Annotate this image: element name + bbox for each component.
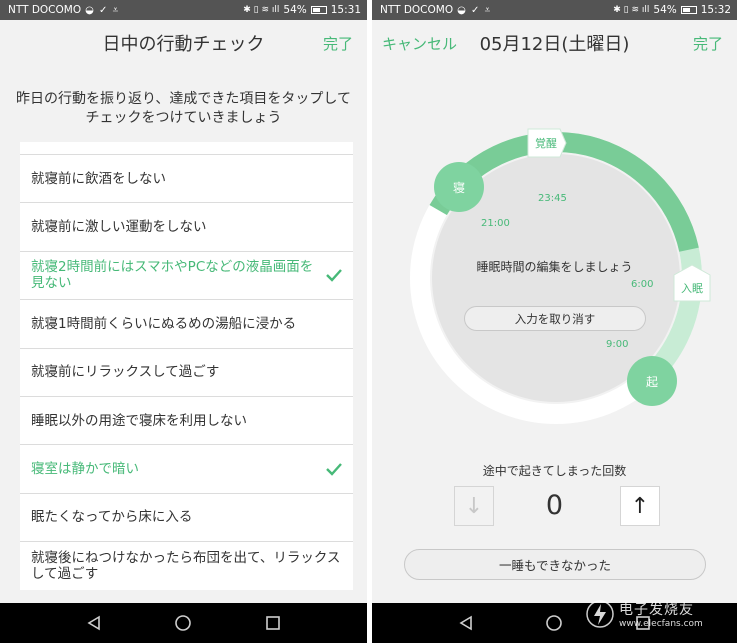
list-top-divider xyxy=(20,142,353,155)
checklist-item[interactable]: 寝室は静かで暗い xyxy=(20,445,353,494)
battery-icon xyxy=(310,6,327,14)
status-right: ✱ ▯ ≋ ıll 54% 15:31 xyxy=(243,4,361,16)
status-bar: NTT DOCOMO ◒ ✓ ⩡ ✱ ▯ ≋ ıll 54% 15:32 xyxy=(372,0,737,20)
no-sleep-button[interactable]: 一睡もできなかった xyxy=(404,549,706,580)
watermark-logo: 电子发烧友 www.elecfans.com xyxy=(585,594,735,634)
back-icon[interactable] xyxy=(458,615,474,631)
recent-apps-icon[interactable] xyxy=(265,615,281,631)
undo-input-button[interactable]: 入力を取り消す xyxy=(464,306,646,331)
battery-percent: 54% xyxy=(283,4,307,16)
checklist-item[interactable]: 就寝1時間前くらいにぬるめの湯船に浸かる xyxy=(20,300,353,349)
arrow-up-icon: ↑ xyxy=(630,493,650,519)
back-icon[interactable] xyxy=(86,615,102,631)
header: 05月12日(土曜日) xyxy=(372,20,737,65)
clock-time: 15:32 xyxy=(700,4,731,16)
clock-time: 15:31 xyxy=(330,4,361,16)
done-button[interactable]: 完了 xyxy=(693,33,723,54)
time-label-2345: 23:45 xyxy=(538,193,567,204)
checklist-item-label: 就寝前に激しい運動をしない xyxy=(31,219,207,236)
checklist-item[interactable]: 就寝前にリラックスして過ごす xyxy=(20,349,353,397)
increment-button[interactable]: ↑ xyxy=(620,486,660,526)
checklist-item-label: 就寝後にねつけなかったら布団を出て、リラックスして過ごす xyxy=(31,549,341,582)
signal-icons: ✱ ▯ ≋ ıll xyxy=(243,5,280,15)
wake-tag-label: 覚醒 xyxy=(535,137,557,150)
date-title: 05月12日(土曜日) xyxy=(479,33,630,55)
battery-percent: 54% xyxy=(653,4,677,16)
checklist-item-label: 寝室は静かで暗い xyxy=(31,461,139,478)
bedtime-handle-label: 寝 xyxy=(452,180,465,195)
instruction-text: 昨日の行動を振り返り、達成できた項目をタップしてチェックをつけていきましょう xyxy=(15,91,352,126)
checklist-item[interactable]: 就寝2時間前にはスマホやPCなどの液晶画面を見ない xyxy=(20,252,353,301)
notification-icons: ◒ ✓ ⩡ xyxy=(85,4,120,16)
checklist-item-label: 就寝2時間前にはスマホやPCなどの液晶画面を見ない xyxy=(31,259,314,292)
signal-icons: ✱ ▯ ≋ ıll xyxy=(613,5,650,15)
checklist-item-label: 睡眠以外の用途で寝床を利用しない xyxy=(31,412,247,429)
sleep-edit-screen: NTT DOCOMO ◒ ✓ ⩡ ✱ ▯ ≋ ıll 54% 15:32 キャン… xyxy=(372,0,737,643)
checklist-item-label: 就寝前にリラックスして過ごす xyxy=(31,364,220,381)
checklist-item-label: 眠たくなってから床に入る xyxy=(31,509,193,526)
android-nav-bar xyxy=(0,603,367,643)
checklist-item[interactable]: 眠たくなってから床に入る xyxy=(20,494,353,543)
watermark-text: 电子发烧友 www.elecfans.com xyxy=(619,599,703,629)
time-label-0600: 6:00 xyxy=(631,279,654,290)
status-right: ✱ ▯ ≋ ıll 54% 15:32 xyxy=(613,4,731,16)
carrier-name: NTT DOCOMO xyxy=(8,4,82,16)
screens: NTT DOCOMO ◒ ✓ ⩡ ✱ ▯ ≋ ıll 54% 15:31 日中の… xyxy=(0,0,737,643)
arrow-down-icon: ↓ xyxy=(464,493,484,519)
checklist-item[interactable]: 就寝前に激しい運動をしない xyxy=(20,203,353,252)
done-button[interactable]: 完了 xyxy=(323,33,353,54)
watermark-url: www.elecfans.com xyxy=(619,619,703,629)
checklist: 就寝前に飲酒をしない就寝前に激しい運動をしない就寝2時間前にはスマホやPCなどの… xyxy=(20,142,353,590)
decrement-button[interactable]: ↓ xyxy=(454,486,494,526)
wakeup-count-label: 途中で起きてしまった回数 xyxy=(482,464,627,478)
watermark-name: 电子发烧友 xyxy=(619,602,694,618)
home-icon[interactable] xyxy=(545,614,563,632)
header: 日中の行動チェック xyxy=(0,20,367,65)
notification-icons: ◒ ✓ ⩡ xyxy=(457,4,492,16)
checklist-item-label: 就寝前に飲酒をしない xyxy=(31,170,166,187)
home-icon[interactable] xyxy=(174,614,192,632)
status-bar: NTT DOCOMO ◒ ✓ ⩡ ✱ ▯ ≋ ıll 54% 15:31 xyxy=(0,0,367,20)
checklist-item[interactable]: 就寝前に飲酒をしない xyxy=(20,155,353,204)
checklist-item[interactable]: 就寝後にねつけなかったら布団を出て、リラックスして過ごす xyxy=(20,542,353,590)
bedtime-handle[interactable]: 寝 xyxy=(434,162,484,212)
checkmark-icon xyxy=(326,269,342,283)
checkmark-icon xyxy=(326,463,342,476)
page-title: 日中の行動チェック xyxy=(102,33,265,55)
time-label-2100: 21:00 xyxy=(481,218,510,229)
checklist-item[interactable]: 睡眠以外の用途で寝床を利用しない xyxy=(20,397,353,446)
rise-time-handle-label: 起 xyxy=(645,374,658,389)
sleep-onset-tag-label: 入眠 xyxy=(681,282,703,295)
edit-sleep-prompt: 睡眠時間の編集をしましょう xyxy=(476,260,633,274)
checklist-screen: NTT DOCOMO ◒ ✓ ⩡ ✱ ▯ ≋ ıll 54% 15:31 日中の… xyxy=(0,0,367,643)
carrier-name: NTT DOCOMO xyxy=(380,4,454,16)
battery-icon xyxy=(680,6,697,14)
wakeup-count-value: 0 xyxy=(545,490,564,521)
checklist-item-label: 就寝1時間前くらいにぬるめの湯船に浸かる xyxy=(31,315,297,332)
wake-tag[interactable]: 覚醒 xyxy=(524,125,568,161)
rise-time-handle[interactable]: 起 xyxy=(627,356,677,406)
watermark-bolt-icon xyxy=(586,600,614,628)
time-label-0900: 9:00 xyxy=(606,339,629,350)
